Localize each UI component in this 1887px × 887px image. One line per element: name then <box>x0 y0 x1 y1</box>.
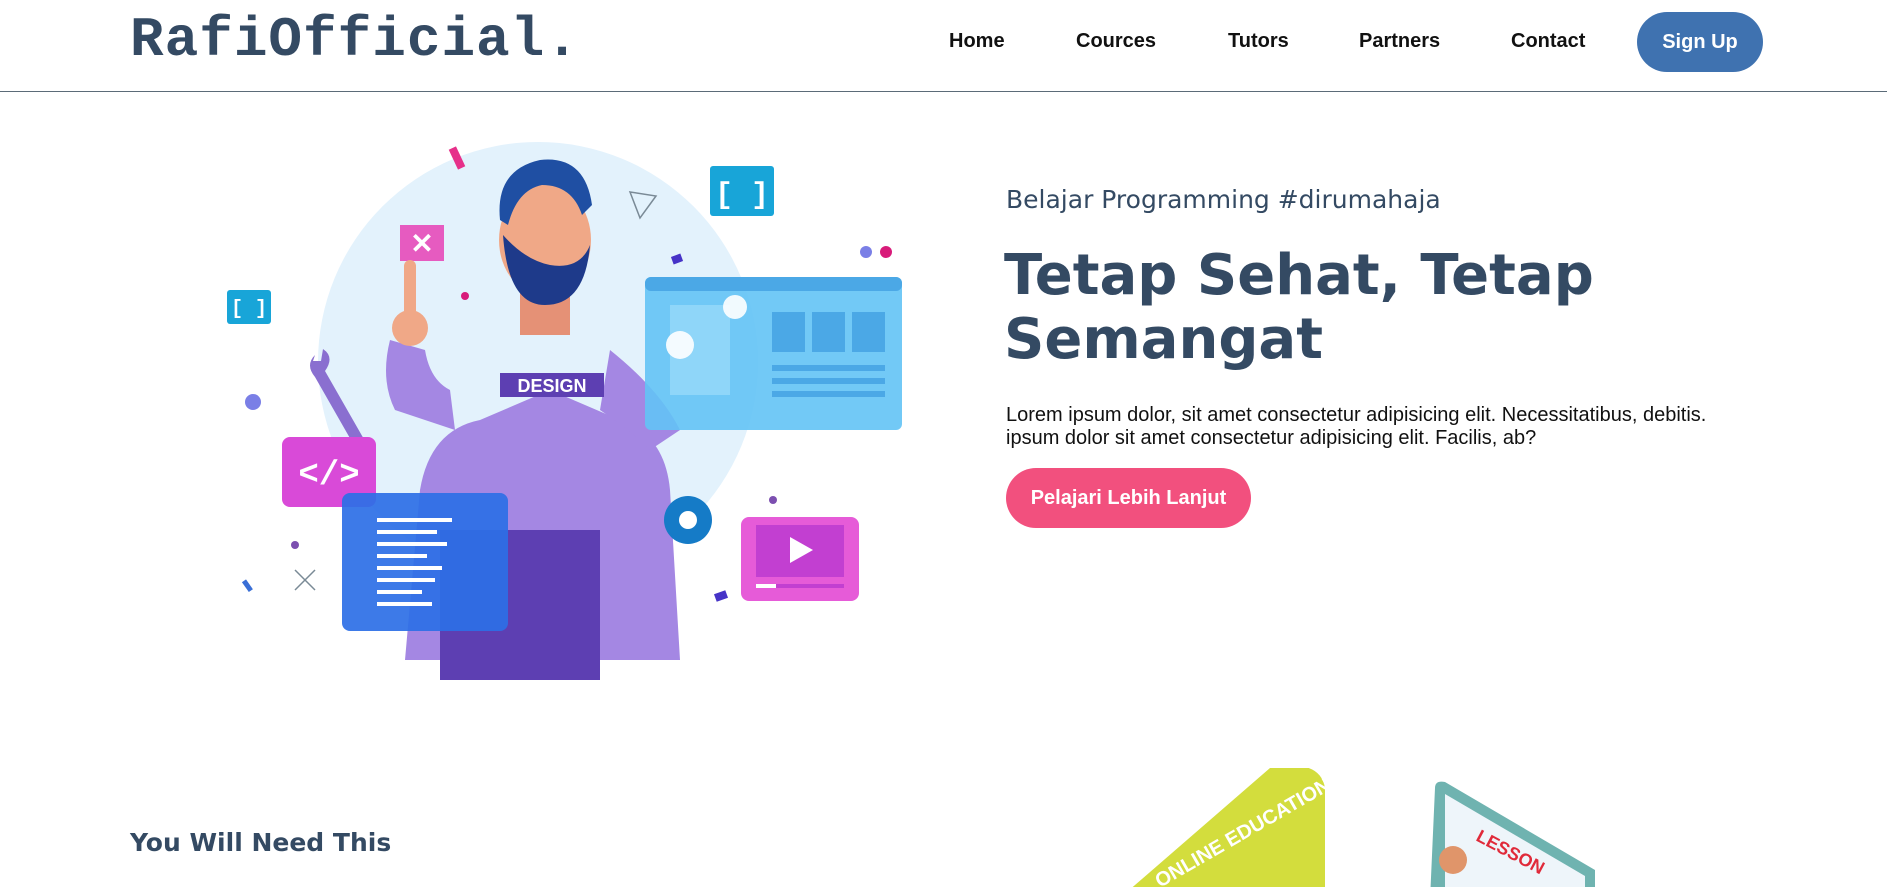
svg-text:[ ]: [ ] <box>231 298 267 321</box>
hero-title: Tetap Sehat, Tetap Semangat <box>1004 243 1594 372</box>
nav-home[interactable]: Home <box>949 30 1005 53</box>
svg-text:DESIGN: DESIGN <box>517 376 586 396</box>
sign-up-button[interactable]: Sign Up <box>1637 12 1763 72</box>
svg-text:</>: </> <box>298 457 359 495</box>
hero-eyebrow: Belajar Programming #dirumahaja <box>1006 185 1441 214</box>
nav-partners[interactable]: Partners <box>1359 30 1440 53</box>
svg-text:[ ]: [ ] <box>715 179 769 213</box>
hero-description: Lorem ipsum dolor, sit amet consectetur … <box>1006 404 1707 449</box>
site-logo[interactable]: RafiOfficial. <box>130 8 580 72</box>
nav-tutors[interactable]: Tutors <box>1228 30 1289 53</box>
online-education-card-graphic: ONLINE EDUCATION <box>1132 768 1330 887</box>
section-title: You Will Need This <box>130 828 392 857</box>
nav-contact[interactable]: Contact <box>1511 30 1585 53</box>
site-header: RafiOfficial. Home Cources Tutors Partne… <box>0 0 1887 92</box>
code-document-icon <box>342 493 508 631</box>
hero-illustration: [ ] [ ] ✕ </> DESIGN <box>227 142 902 680</box>
svg-text:✕: ✕ <box>410 228 433 259</box>
learn-more-button[interactable]: Pelajari Lebih Lanjut <box>1006 468 1251 528</box>
lesson-tablet-graphic: LESSON <box>1430 781 1595 887</box>
nav-cources[interactable]: Cources <box>1076 30 1156 53</box>
